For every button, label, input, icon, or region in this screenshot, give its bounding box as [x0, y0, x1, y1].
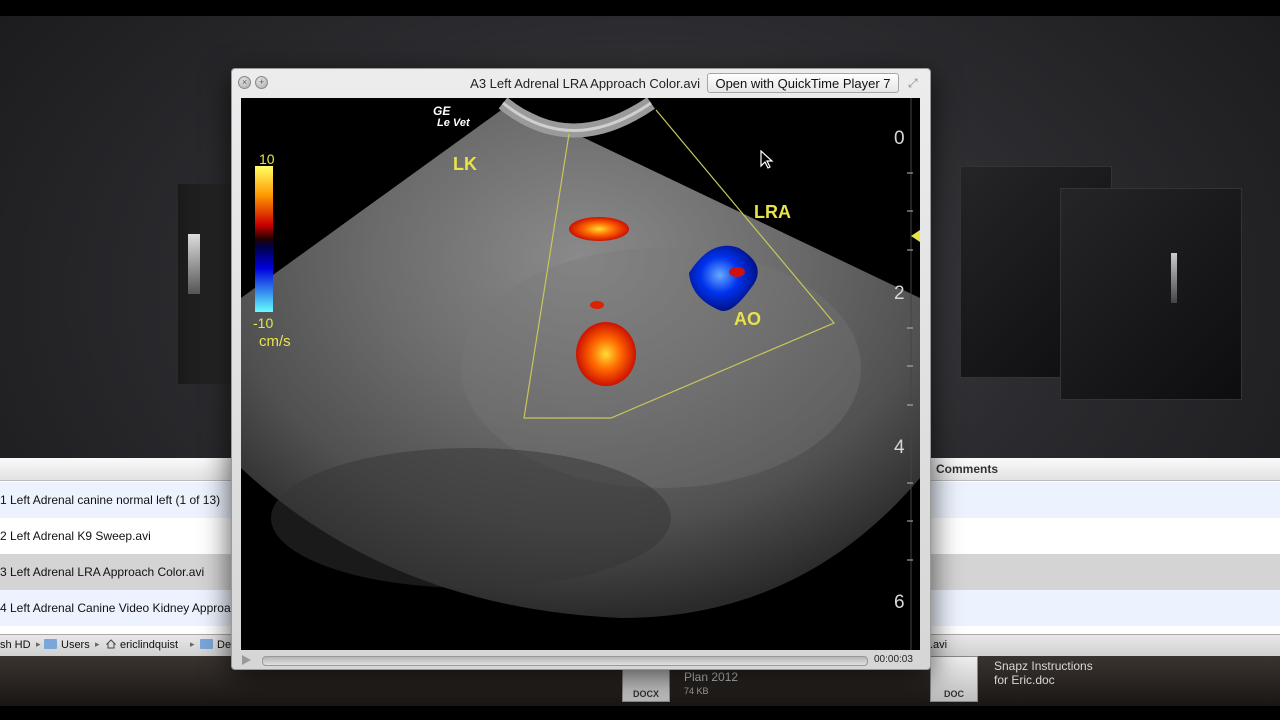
playback-controls: 00:00:03 [232, 652, 930, 668]
column-comments[interactable]: Comments [936, 462, 998, 476]
window-title: A3 Left Adrenal LRA Approach Color.avi [470, 76, 700, 91]
home-icon [106, 639, 116, 649]
scrubber[interactable] [262, 656, 868, 666]
open-with-quicktime-button[interactable]: Open with QuickTime Player 7 [707, 73, 899, 93]
label-ao: AO [734, 309, 761, 329]
doc-file-icon[interactable]: DOC [930, 656, 978, 702]
scale-min-label: -10 [253, 315, 273, 331]
scale-unit-label: cm/s [259, 333, 291, 350]
video-frame[interactable]: 10 -10 cm/s GE Le Vet LK LRA AO 0 2 4 6 [241, 98, 920, 650]
focus-marker [911, 230, 920, 242]
red-flow-top [569, 217, 629, 241]
doc1-size: 74 KB [684, 686, 709, 696]
titlebar: × + A3 Left Adrenal LRA Approach Color.a… [232, 69, 930, 97]
background-preview-left [178, 184, 238, 384]
path-file[interactable]: .avi [930, 639, 947, 651]
depth-mark: 4 [894, 437, 905, 458]
label-lra: LRA [754, 202, 791, 222]
velocity-color-scale [255, 166, 273, 312]
mouse-cursor-icon [760, 150, 774, 169]
folder-icon [44, 639, 57, 649]
close-icon[interactable]: × [238, 76, 251, 89]
red-flow-center [576, 322, 636, 386]
label-lk: LK [453, 154, 477, 174]
brand-ge: GE [433, 104, 451, 118]
time-readout: 00:00:03 [874, 654, 913, 665]
depth-mark: 6 [894, 592, 905, 613]
brand-levet: Le Vet [437, 117, 471, 129]
folder-icon [200, 639, 213, 649]
path-home[interactable]: ericlindquist [106, 639, 178, 651]
ultrasound-image: 10 -10 cm/s GE Le Vet LK LRA AO 0 2 4 6 [241, 98, 920, 650]
doc2-name: Snapz Instructions for Eric.doc [994, 659, 1093, 687]
zoom-icon[interactable]: + [255, 76, 268, 89]
doc1-name: Plan 2012 [684, 670, 739, 684]
fullscreen-icon[interactable]: ⤢ [908, 77, 920, 89]
depth-mark: 2 [894, 283, 905, 304]
play-icon[interactable] [242, 655, 251, 665]
path-disk[interactable]: sh HD [0, 639, 31, 651]
depth-mark: 0 [894, 128, 905, 149]
scale-max-label: 10 [259, 151, 275, 167]
background-preview-right-2 [1060, 188, 1242, 400]
path-next[interactable]: De [200, 639, 231, 651]
quicklook-window: × + A3 Left Adrenal LRA Approach Color.a… [231, 68, 931, 670]
path-users[interactable]: Users [44, 639, 90, 651]
